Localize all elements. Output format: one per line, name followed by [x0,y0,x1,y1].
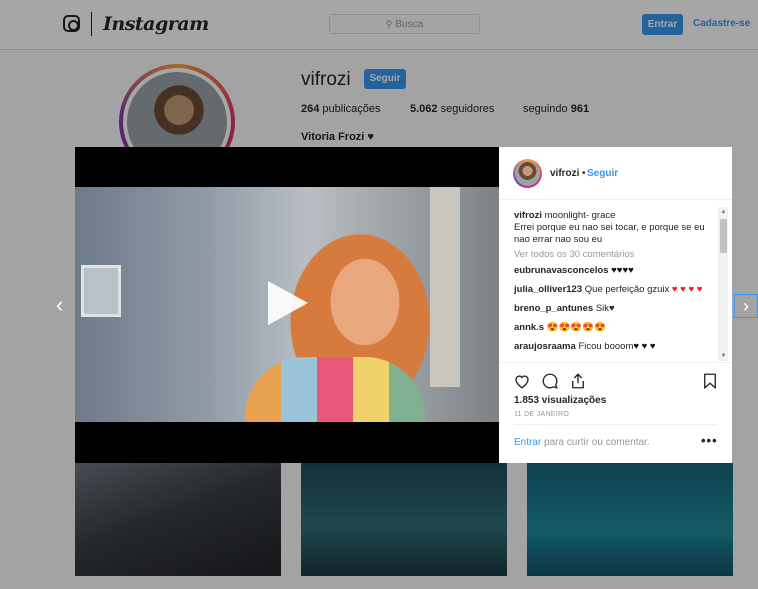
divider [514,424,717,425]
login-to-comment-link[interactable]: Entrar [514,437,541,448]
comment-icon[interactable] [541,372,559,390]
heart-icon[interactable] [513,372,531,390]
view-all-comments-link[interactable]: Ver todos os 30 comentários [514,249,716,261]
scroll-down-arrow[interactable]: ▼ [720,353,727,359]
list-item: julia_olliver123 Que perfeição gzuix ♥ ♥… [514,284,703,295]
scroll-up-arrow[interactable]: ▲ [720,209,727,215]
comments-list[interactable]: vifrozi moonlight- grace Errei porque eu… [514,210,716,360]
post-details-panel: vifrozi • Seguir vifrozi moonlight- grac… [499,147,732,463]
login-prompt: Entrar para curtir ou comentar. [514,437,650,448]
bookmark-icon[interactable] [701,372,719,390]
caption-body: Errei porque eu nao sei tocar, e porque … [514,222,705,245]
post-header: vifrozi • Seguir [499,147,732,200]
views-count[interactable]: 1.853 visualizações [514,395,606,406]
follow-link[interactable]: Seguir [587,168,618,179]
scrollbar-thumb[interactable] [720,219,727,253]
post-author-avatar[interactable] [513,159,542,188]
list-item: eubrunavasconcelos ♥♥♥♥ [514,265,634,276]
play-icon[interactable] [268,281,308,325]
post-author-username[interactable]: vifrozi [550,168,579,179]
share-icon[interactable] [569,372,587,390]
post-date: 11 DE JANEIRO [514,411,570,418]
list-item: breno_p_antunes Sik♥ [514,303,615,314]
post-actions: 1.853 visualizações 11 DE JANEIRO Entrar… [499,362,732,457]
chevron-right-icon[interactable]: › [734,294,758,318]
list-item: annk.s 😍😍😍😍😍 [514,322,606,333]
more-options-icon[interactable]: ••• [701,433,718,448]
separator-dot: • [582,168,586,179]
list-item: araujosraama Ficou booom♥ ♥ ♥ [514,341,656,352]
post-caption: vifrozi moonlight- grace Errei porque eu… [514,210,705,245]
chevron-left-icon[interactable]: ‹ [56,294,63,316]
caption-username[interactable]: vifrozi [514,210,542,221]
